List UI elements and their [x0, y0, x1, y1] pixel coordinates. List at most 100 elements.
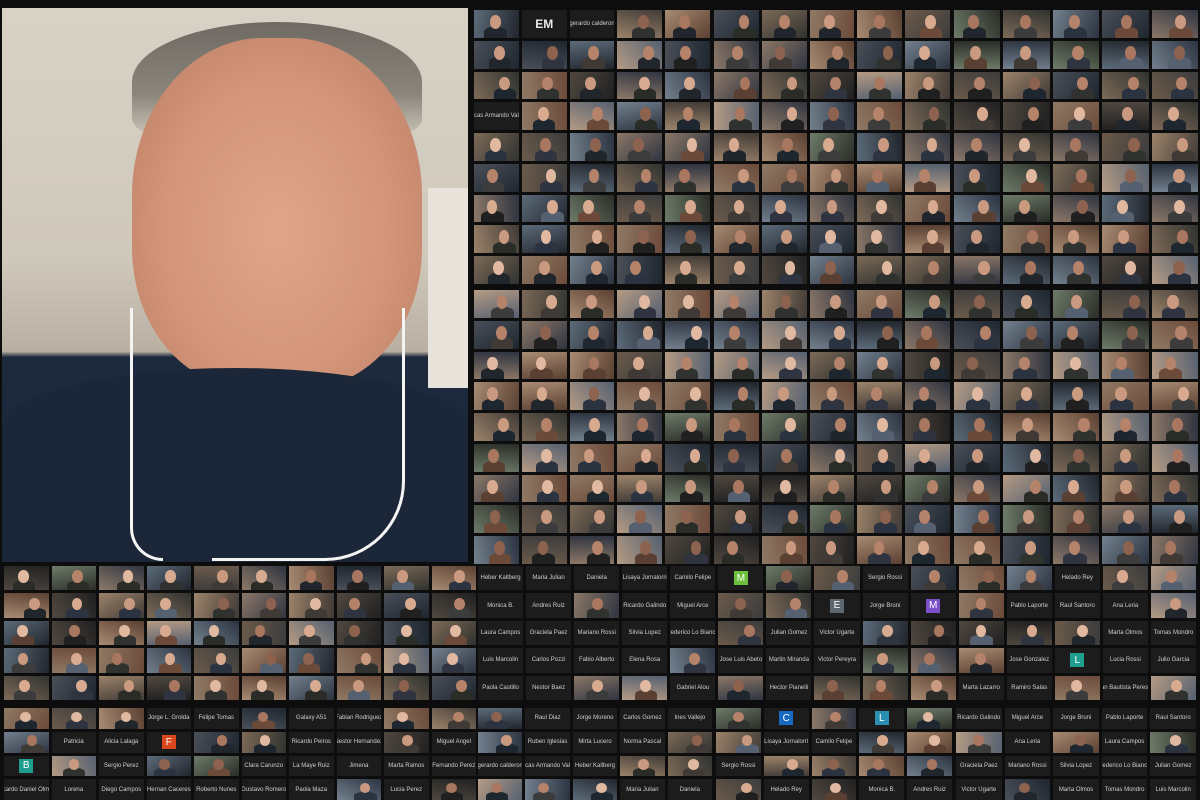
- participant-name-tile[interactable]: Maria Julian: [620, 779, 665, 800]
- participant-video-tile[interactable]: [814, 566, 860, 591]
- participant-video-tile[interactable]: [1004, 779, 1051, 800]
- participant-name-tile[interactable]: Felipe Tomas: [194, 708, 239, 729]
- participant-video-tile[interactable]: [569, 413, 615, 441]
- participant-video-tile[interactable]: [617, 194, 663, 223]
- participant-name-tile[interactable]: Monica B.: [859, 779, 905, 800]
- participant-video-tile[interactable]: [336, 620, 381, 646]
- participant-video-tile[interactable]: [1102, 40, 1149, 69]
- participant-name-tile[interactable]: Ricardo Galindo: [622, 593, 668, 618]
- participant-video-tile[interactable]: [1102, 351, 1149, 380]
- participant-video-tile[interactable]: [521, 413, 567, 441]
- participant-video-tile[interactable]: [857, 133, 903, 161]
- participant-name-tile[interactable]: Elena Rosa: [622, 648, 668, 673]
- participant-video-tile[interactable]: [474, 320, 519, 349]
- participant-video-tile[interactable]: [905, 102, 950, 131]
- participant-video-tile[interactable]: [1003, 133, 1050, 161]
- participant-video-tile[interactable]: [857, 413, 903, 441]
- participant-video-tile[interactable]: [667, 755, 712, 777]
- participant-video-tile[interactable]: [857, 194, 903, 223]
- participant-video-tile[interactable]: [194, 620, 239, 646]
- participant-video-tile[interactable]: [857, 505, 903, 534]
- participant-video-tile[interactable]: [761, 382, 807, 411]
- participant-video-tile[interactable]: [714, 413, 759, 441]
- participant-video-tile[interactable]: [478, 731, 523, 753]
- participant-video-tile[interactable]: [716, 779, 761, 800]
- participant-name-tile[interactable]: Lucia Perez: [384, 779, 429, 800]
- participant-video-tile[interactable]: [146, 620, 191, 646]
- participant-video-tile[interactable]: [761, 225, 807, 254]
- participant-name-tile[interactable]: Marta Lazarro: [958, 675, 1004, 700]
- participant-video-tile[interactable]: [336, 675, 381, 700]
- participant-video-tile[interactable]: [809, 320, 855, 349]
- participant-video-tile[interactable]: [809, 413, 855, 441]
- participant-video-tile[interactable]: [569, 320, 615, 349]
- participant-video-tile[interactable]: [1151, 320, 1198, 349]
- participant-video-tile[interactable]: [4, 675, 49, 700]
- participant-name-tile[interactable]: Roberto Nunes: [194, 779, 239, 800]
- participant-video-tile[interactable]: [474, 443, 519, 472]
- participant-video-tile[interactable]: [665, 225, 710, 254]
- participant-video-tile[interactable]: [665, 320, 710, 349]
- participant-video-tile[interactable]: [857, 474, 903, 503]
- participant-video-tile[interactable]: [857, 382, 903, 411]
- participant-video-tile[interactable]: [146, 675, 191, 700]
- participant-video-tile[interactable]: [905, 133, 950, 161]
- participant-name-tile[interactable]: Ana Leria: [1102, 593, 1148, 618]
- participant-name-tile[interactable]: Gabriel Alou: [670, 675, 716, 700]
- participant-name-tile[interactable]: Norma Pascal: [620, 731, 665, 753]
- participant-video-tile[interactable]: [665, 71, 710, 100]
- participant-video-tile[interactable]: [1003, 320, 1050, 349]
- participant-name-tile[interactable]: Jimena: [336, 755, 381, 777]
- participant-name-tile[interactable]: Graciela Paez: [526, 620, 572, 646]
- participant-video-tile[interactable]: [336, 779, 381, 800]
- participant-video-tile[interactable]: [431, 566, 476, 591]
- participant-video-tile[interactable]: [809, 133, 855, 161]
- participant-video-tile[interactable]: [1150, 593, 1196, 618]
- participant-video-tile[interactable]: [665, 102, 710, 131]
- participant-video-tile[interactable]: [905, 474, 950, 503]
- participant-video-tile[interactable]: [1052, 71, 1100, 100]
- participant-video-tile[interactable]: [521, 194, 567, 223]
- participant-video-tile[interactable]: [1102, 505, 1149, 534]
- participant-video-tile[interactable]: [569, 290, 615, 318]
- participant-video-tile[interactable]: [474, 413, 519, 441]
- participant-video-tile[interactable]: [910, 620, 956, 646]
- participant-video-tile[interactable]: [809, 225, 855, 254]
- participant-video-tile[interactable]: [857, 290, 903, 318]
- participant-video-tile[interactable]: [431, 708, 476, 729]
- participant-video-tile[interactable]: [718, 620, 764, 646]
- participant-video-tile[interactable]: [1003, 536, 1050, 564]
- participant-name-tile[interactable]: Fabio Alberto: [574, 648, 620, 673]
- participant-video-tile[interactable]: [714, 290, 759, 318]
- participant-avatar-tile[interactable]: C: [763, 708, 809, 729]
- participant-video-tile[interactable]: [809, 10, 855, 38]
- participant-video-tile[interactable]: [51, 566, 96, 591]
- participant-video-tile[interactable]: [761, 102, 807, 131]
- participant-video-tile[interactable]: [1151, 194, 1198, 223]
- participant-video-tile[interactable]: [714, 102, 759, 131]
- participant-video-tile[interactable]: [1151, 351, 1198, 380]
- participant-video-tile[interactable]: [569, 102, 615, 131]
- participant-video-tile[interactable]: [241, 593, 286, 618]
- participant-video-tile[interactable]: [474, 225, 519, 254]
- participant-video-tile[interactable]: [857, 443, 903, 472]
- participant-name-tile[interactable]: Victor Ugarte: [814, 620, 860, 646]
- participant-video-tile[interactable]: [289, 648, 334, 673]
- participant-video-tile[interactable]: [714, 225, 759, 254]
- participant-video-tile[interactable]: [525, 779, 570, 800]
- participant-name-tile[interactable]: Sergio Rossi: [862, 566, 908, 591]
- participant-video-tile[interactable]: [718, 675, 764, 700]
- participant-video-tile[interactable]: [665, 443, 710, 472]
- participant-name-tile[interactable]: Victor Pereyra: [814, 648, 860, 673]
- participant-video-tile[interactable]: [521, 225, 567, 254]
- participant-video-tile[interactable]: [51, 675, 96, 700]
- participant-video-tile[interactable]: [809, 163, 855, 192]
- participant-video-tile[interactable]: [194, 648, 239, 673]
- participant-video-tile[interactable]: [241, 648, 286, 673]
- participant-video-tile[interactable]: [99, 648, 144, 673]
- participant-video-tile[interactable]: [761, 10, 807, 38]
- participant-video-tile[interactable]: [574, 593, 620, 618]
- participant-name-tile[interactable]: Clara Carunzo: [241, 755, 286, 777]
- participant-video-tile[interactable]: [1052, 10, 1100, 38]
- participant-name-tile[interactable]: gerardo calderon: [478, 755, 523, 777]
